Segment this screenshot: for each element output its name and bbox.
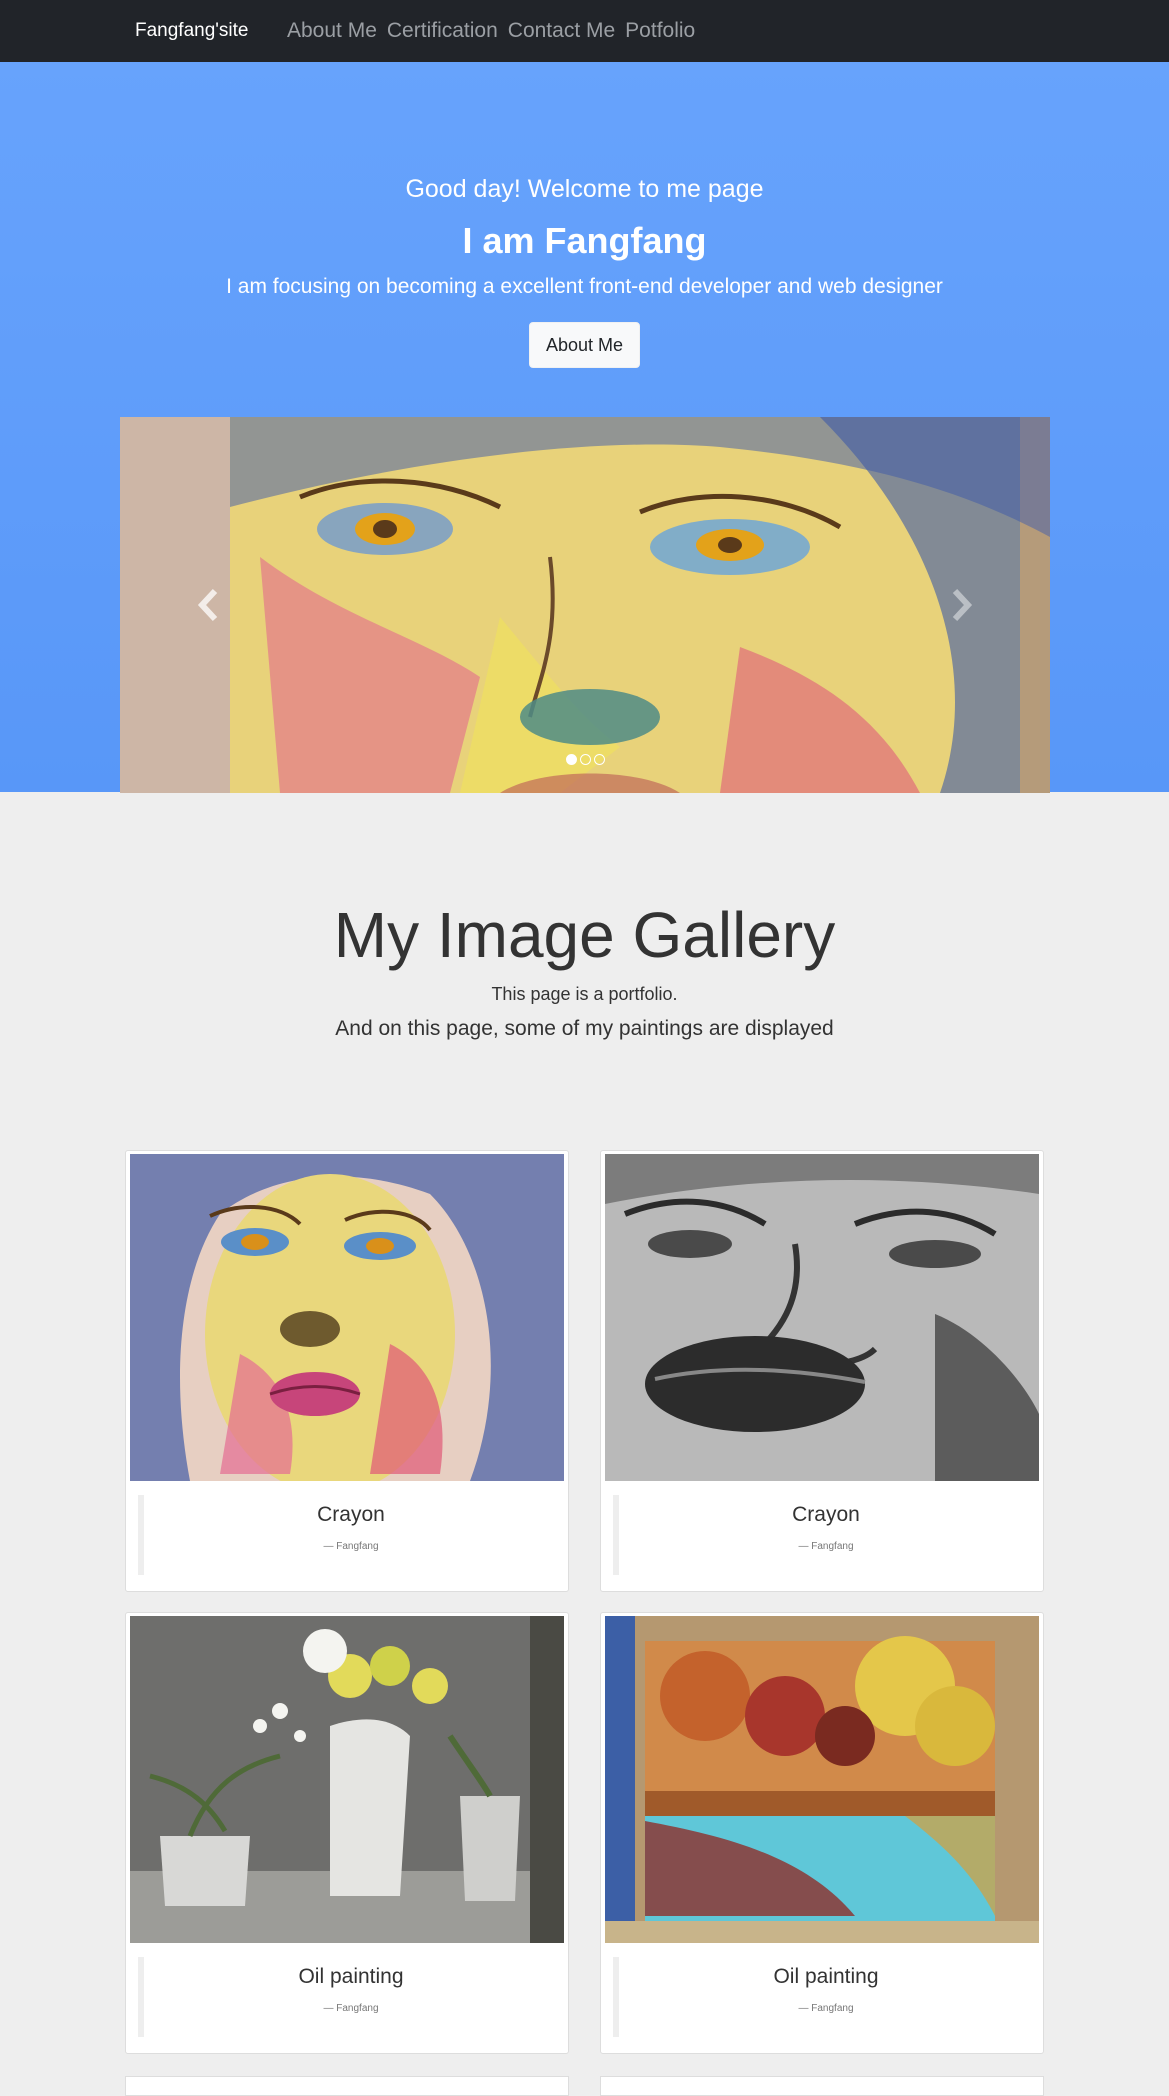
card-caption: Crayon — Fangfang (613, 1495, 1033, 1575)
about-me-button[interactable]: About Me (529, 322, 640, 368)
brand-link[interactable]: Fangfang'site (135, 0, 248, 62)
nav-link-contact-me[interactable]: Contact Me (508, 19, 615, 43)
nav-link-about-me[interactable]: About Me (287, 19, 377, 43)
charcoal-portrait-image (605, 1154, 1039, 1481)
gallery-title: My Image Gallery (333, 899, 836, 971)
chevron-left-icon (197, 588, 218, 622)
gallery-card: Oil painting — Fangfang (600, 1612, 1044, 2054)
hero-section: Good day! Welcome to me page I am Fangfa… (0, 62, 1169, 793)
gallery-card-partial (600, 2076, 1044, 2096)
nav-link-certification[interactable]: Certification (387, 19, 498, 43)
card-caption: Oil painting — Fangfang (138, 1957, 558, 2037)
gallery-subdescription: And on this page, some of my paintings a… (335, 1017, 834, 1040)
carousel-indicators (120, 754, 1050, 765)
card-title: Crayon (792, 1503, 860, 1526)
carousel-indicator-3[interactable] (593, 754, 605, 765)
carousel-indicator-2[interactable] (579, 754, 591, 765)
card-author: — Fangfang (323, 1541, 379, 1552)
card-title: Oil painting (298, 1965, 404, 1988)
card-caption: Crayon — Fangfang (138, 1495, 558, 1575)
card-title: Crayon (317, 1503, 385, 1526)
navbar: Fangfang'site About Me Certification Con… (0, 0, 1169, 62)
crayon-portrait-image (130, 1154, 564, 1481)
carousel-prev-button[interactable] (148, 417, 268, 793)
card-author: — Fangfang (798, 1541, 854, 1552)
gallery-description: This page is a portfolio. (491, 984, 678, 1004)
card-author: — Fangfang (323, 2003, 379, 2014)
card-author: — Fangfang (798, 2003, 854, 2014)
gallery-card: Oil painting — Fangfang (125, 1612, 569, 2054)
hero-greeting: Good day! Welcome to me page (405, 175, 764, 203)
flower-vase-painting-image (130, 1616, 564, 1943)
hero-title: I am Fangfang (462, 220, 707, 261)
gallery-card-partial (125, 2076, 569, 2096)
chevron-right-icon (952, 588, 973, 622)
carousel-indicator-1[interactable] (565, 754, 577, 765)
autumn-landscape-painting-image (605, 1616, 1039, 1943)
image-carousel (120, 417, 1050, 793)
gallery-card: Crayon — Fangfang (125, 1150, 569, 1592)
gallery-card: Crayon — Fangfang (600, 1150, 1044, 1592)
nav-link-portfolio[interactable]: Potfolio (625, 19, 695, 43)
carousel-next-button[interactable] (902, 417, 1022, 793)
hero-subtitle: I am focusing on becoming a excellent fr… (226, 275, 943, 298)
nav-links: About Me Certification Contact Me Potfol… (287, 0, 695, 62)
card-caption: Oil painting — Fangfang (613, 1957, 1033, 2037)
card-title: Oil painting (773, 1965, 879, 1988)
